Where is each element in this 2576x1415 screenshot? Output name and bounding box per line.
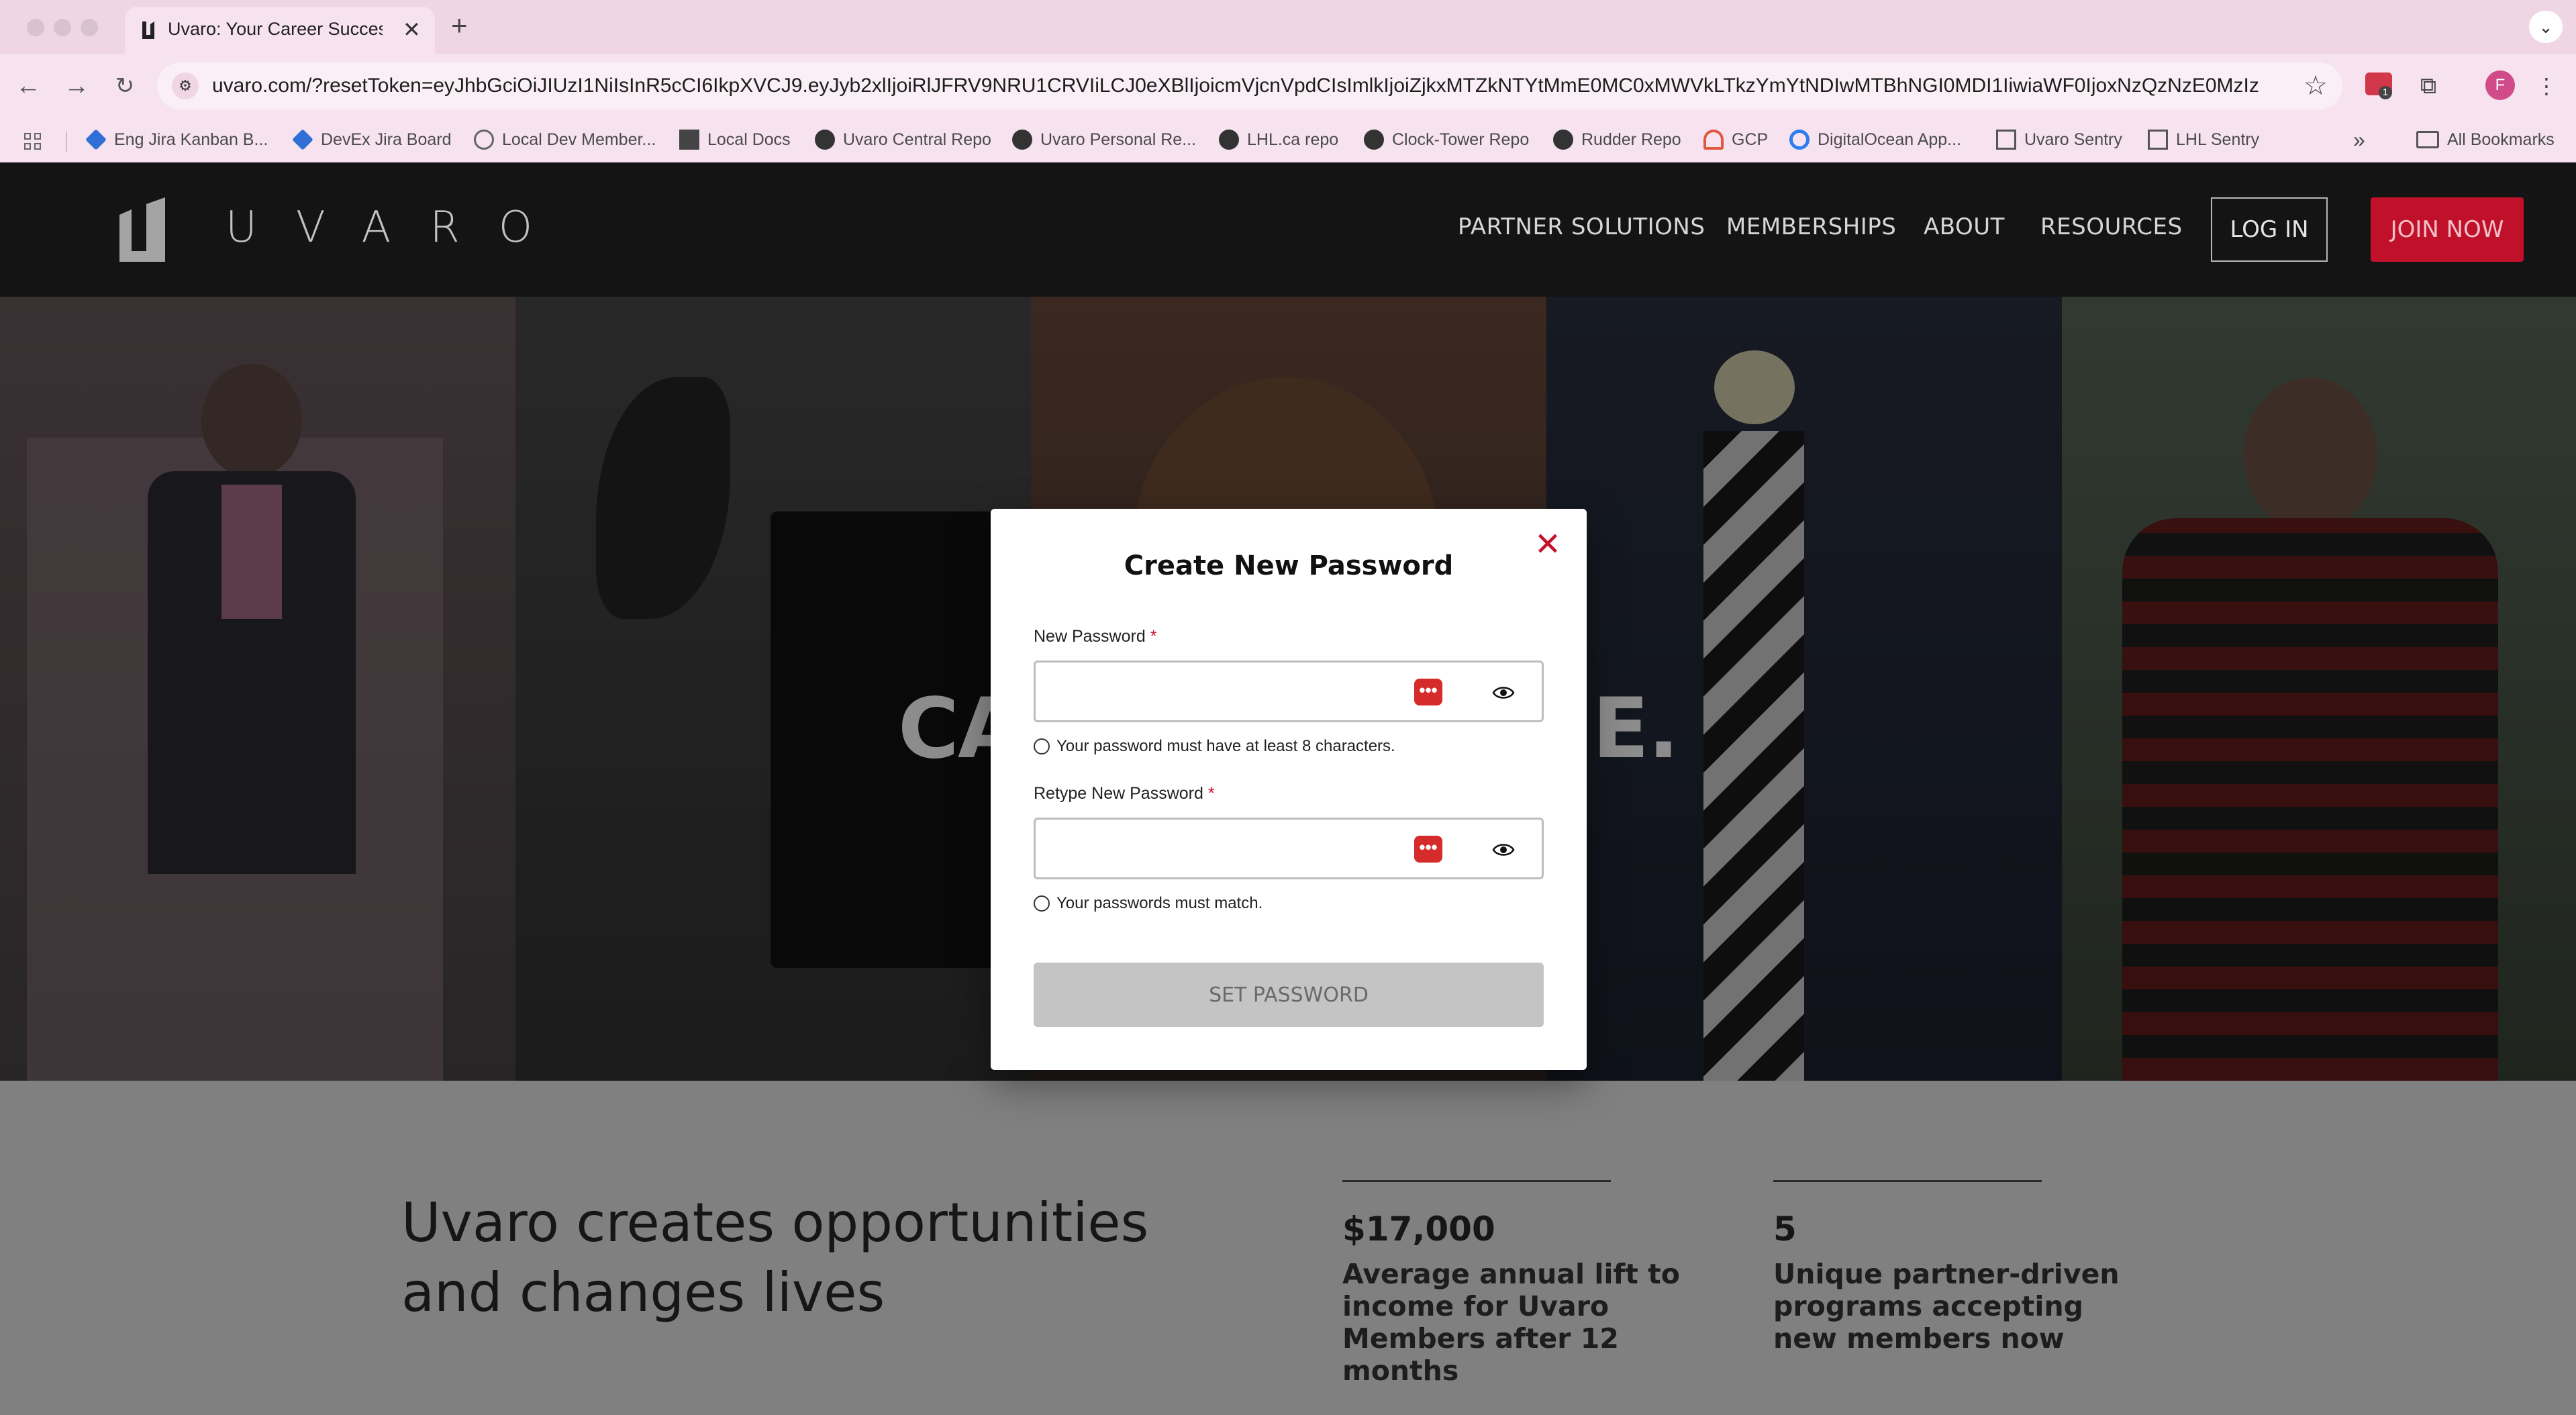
tab-close-icon[interactable]: ✕ bbox=[403, 16, 421, 43]
github-icon bbox=[1364, 130, 1384, 150]
retype-password-field[interactable]: ••• bbox=[1034, 818, 1544, 879]
all-bookmarks-button[interactable]: All Bookmarks bbox=[2416, 126, 2555, 153]
bookmark-eng-jira[interactable]: Eng Jira Kanban B... bbox=[85, 126, 268, 153]
tab-title: Uvaro: Your Career Success C bbox=[168, 19, 383, 39]
uvaro-logo-icon[interactable] bbox=[117, 197, 168, 262]
bookmark-star-icon[interactable]: ☆ bbox=[2303, 70, 2328, 101]
github-icon bbox=[1553, 130, 1573, 150]
apps-grid-icon[interactable] bbox=[24, 133, 43, 152]
stat-value-income: $17,000 bbox=[1342, 1210, 1495, 1249]
profile-avatar[interactable]: F bbox=[2485, 70, 2515, 100]
password-manager-icon[interactable]: ••• bbox=[1414, 679, 1442, 705]
bookmark-uvaro-central-repo[interactable]: Uvaro Central Repo bbox=[815, 126, 991, 153]
bookmark-digitalocean[interactable]: DigitalOcean App... bbox=[1789, 126, 1961, 153]
forward-arrow-icon[interactable]: → bbox=[58, 67, 95, 105]
digitalocean-icon bbox=[1789, 130, 1810, 150]
nav-partner-solutions[interactable]: PARTNER SOLUTIONS bbox=[1458, 213, 1705, 240]
stats-section: Uvaro creates opportunities and changes … bbox=[0, 1081, 2576, 1415]
create-password-modal: ✕ Create New Password New Password * •••… bbox=[991, 509, 1587, 1070]
bookmark-lhl-repo[interactable]: LHL.ca repo bbox=[1219, 126, 1338, 153]
log-in-button[interactable]: LOG IN bbox=[2211, 197, 2328, 262]
nav-memberships[interactable]: MEMBERSHIPS bbox=[1726, 213, 1896, 240]
modal-title: Create New Password bbox=[1124, 550, 1454, 581]
extensions-puzzle-icon[interactable]: ⧉ bbox=[2410, 67, 2447, 105]
bookmark-rudder-repo[interactable]: Rudder Repo bbox=[1553, 126, 1681, 153]
bookmark-uvaro-personal-repo[interactable]: Uvaro Personal Re... bbox=[1012, 126, 1196, 153]
show-password-eye-icon[interactable] bbox=[1492, 838, 1515, 861]
github-icon bbox=[1219, 130, 1239, 150]
extension-badge-count: 1 bbox=[2379, 86, 2392, 99]
stat-value-programs: 5 bbox=[1773, 1210, 1797, 1249]
bookmark-gcp[interactable]: GCP bbox=[1703, 126, 1768, 153]
url-text[interactable]: uvaro.com/?resetToken=eyJhbGciOiJIUzI1Ni… bbox=[212, 75, 2259, 97]
jira-icon bbox=[292, 129, 313, 150]
gcp-icon bbox=[1703, 130, 1724, 150]
bookmark-uvaro-sentry[interactable]: Uvaro Sentry bbox=[1996, 126, 2122, 153]
uvaro-wordmark[interactable]: UVARO bbox=[226, 203, 571, 252]
set-password-button[interactable]: SET PASSWORD bbox=[1034, 963, 1544, 1027]
required-marker: * bbox=[1150, 627, 1157, 646]
nav-resources[interactable]: RESOURCES bbox=[2040, 213, 2183, 240]
window-minimize-dot[interactable] bbox=[54, 19, 71, 36]
bookmark-devex-jira[interactable]: DevEx Jira Board bbox=[292, 126, 452, 153]
hint-match: Your passwords must match. bbox=[1034, 894, 1262, 913]
address-bar[interactable]: ⚙ uvaro.com/?resetToken=eyJhbGciOiJIUzI1… bbox=[157, 62, 2342, 109]
stat-label-programs: Unique partner-driven programs accepting… bbox=[1773, 1258, 2120, 1355]
tab-strip: Uvaro: Your Career Success C ✕ + ⌄ bbox=[0, 0, 2576, 54]
bookmark-lhl-sentry[interactable]: LHL Sentry bbox=[2148, 126, 2259, 153]
sentry-icon bbox=[1996, 130, 2016, 150]
reload-icon[interactable]: ↻ bbox=[106, 67, 144, 105]
browser-chrome: Uvaro: Your Career Success C ✕ + ⌄ ← → ↻… bbox=[0, 0, 2576, 162]
nav-about[interactable]: ABOUT bbox=[1924, 213, 2005, 240]
join-now-button[interactable]: JOIN NOW bbox=[2371, 197, 2524, 262]
uvaro-favicon-icon bbox=[142, 21, 154, 39]
stat-label-income: Average annual lift to income for Uvaro … bbox=[1342, 1258, 1680, 1387]
retype-password-input[interactable] bbox=[1050, 833, 1399, 865]
browser-tab-active[interactable]: Uvaro: Your Career Success C ✕ bbox=[125, 7, 435, 54]
sentry-icon bbox=[2148, 130, 2168, 150]
window-zoom-dot[interactable] bbox=[81, 19, 98, 36]
globe-icon bbox=[474, 130, 494, 150]
jira-icon bbox=[85, 129, 107, 150]
bookmarks-overflow-icon[interactable]: » bbox=[2353, 126, 2365, 153]
back-arrow-icon[interactable]: ← bbox=[9, 67, 47, 105]
site-info-icon[interactable]: ⚙ bbox=[172, 72, 199, 99]
new-password-label: New Password * bbox=[1034, 627, 1157, 646]
required-marker: * bbox=[1207, 784, 1215, 803]
new-password-field[interactable]: ••• bbox=[1034, 661, 1544, 722]
github-icon bbox=[1012, 130, 1032, 150]
hint-length: Your password must have at least 8 chara… bbox=[1034, 737, 1395, 756]
stat-divider bbox=[1342, 1180, 1611, 1182]
new-tab-button[interactable]: + bbox=[451, 11, 468, 40]
stats-headline: Uvaro creates opportunities and changes … bbox=[401, 1191, 1149, 1324]
retype-password-label: Retype New Password * bbox=[1034, 784, 1215, 803]
show-password-eye-icon[interactable] bbox=[1492, 681, 1515, 704]
bookmark-clock-tower-repo[interactable]: Clock-Tower Repo bbox=[1364, 126, 1529, 153]
tab-search-menu-button[interactable]: ⌄ bbox=[2529, 11, 2563, 43]
new-password-input[interactable] bbox=[1050, 676, 1399, 708]
stat-divider bbox=[1773, 1180, 2042, 1182]
browser-menu-icon[interactable]: ⋮ bbox=[2528, 67, 2565, 105]
bookmarks-bar: Eng Jira Kanban B... DevEx Jira Board Lo… bbox=[0, 118, 2576, 162]
doc-icon bbox=[679, 130, 699, 150]
unchecked-circle-icon bbox=[1034, 738, 1050, 754]
github-icon bbox=[815, 130, 835, 150]
site-header: UVARO PARTNER SOLUTIONS MEMBERSHIPS ABOU… bbox=[0, 162, 2576, 297]
folder-icon bbox=[2416, 131, 2439, 148]
unchecked-circle-icon bbox=[1034, 895, 1050, 912]
bookmark-local-dev-member[interactable]: Local Dev Member... bbox=[474, 126, 656, 153]
password-manager-icon[interactable]: ••• bbox=[1414, 836, 1442, 863]
browser-toolbar: ← → ↻ ⚙ uvaro.com/?resetToken=eyJhbGciOi… bbox=[0, 54, 2576, 118]
bookmarks-separator bbox=[66, 132, 67, 152]
bookmark-local-docs[interactable]: Local Docs bbox=[679, 126, 791, 153]
window-close-dot[interactable] bbox=[27, 19, 44, 36]
